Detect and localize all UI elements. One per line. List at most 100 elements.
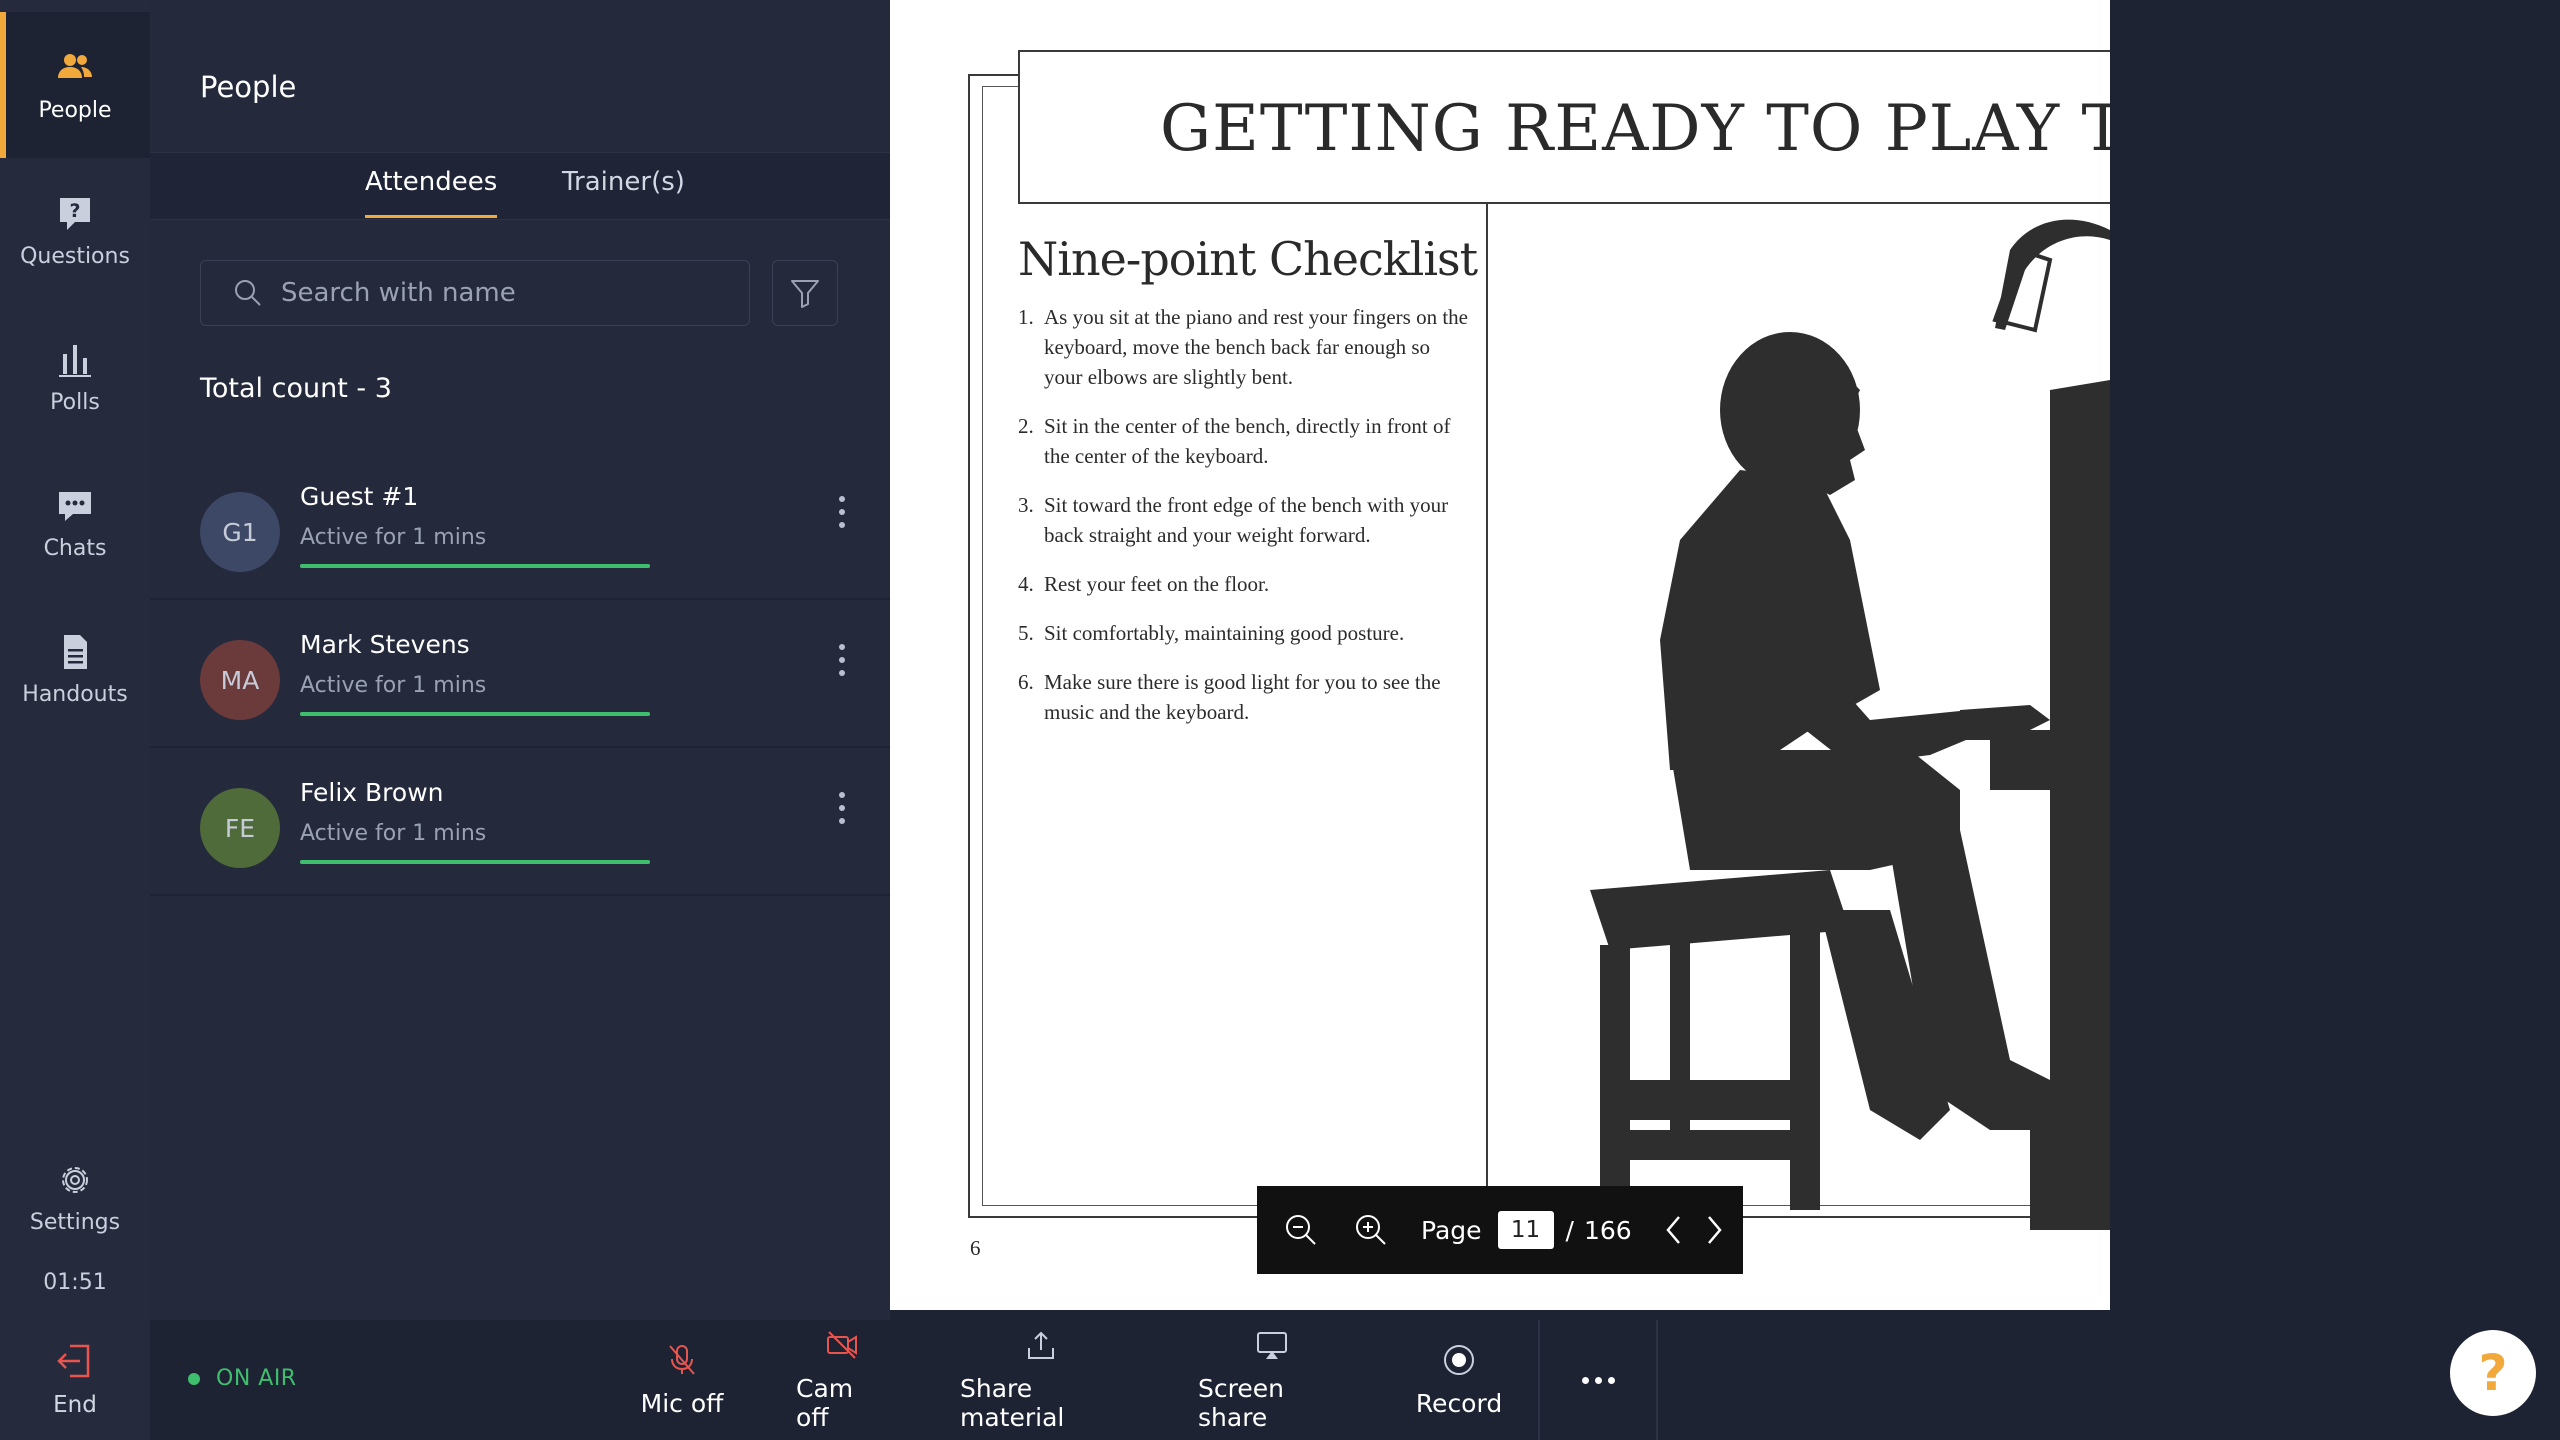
activity-bar-fill xyxy=(300,564,650,568)
zoom-out-icon xyxy=(1286,1215,1316,1245)
attendee-menu-button[interactable] xyxy=(830,640,854,680)
end-label: End xyxy=(53,1392,97,1418)
rail-item-settings[interactable]: Settings xyxy=(0,1124,150,1270)
bar-chart-icon xyxy=(59,344,91,377)
chevron-left-icon xyxy=(1666,1216,1680,1244)
bottom-toolbar: End ON AIR Mic off Cam off Share materia… xyxy=(0,1320,2110,1440)
avatar: MA xyxy=(200,640,280,720)
list-item: 5. Sit comfortably, maintaining good post… xyxy=(1018,621,1405,645)
share-material-label: Share material xyxy=(960,1374,1065,1432)
attendee-name: Felix Brown xyxy=(300,778,444,807)
checklist: 1. As you sit at the piano and rest your … xyxy=(1018,302,1473,746)
activity-bar-fill xyxy=(300,712,650,716)
rail-item-questions[interactable]: ? Questions xyxy=(0,158,150,304)
document-subtitle: Nine-point Checklist xyxy=(1018,232,1478,286)
cam-off-icon xyxy=(827,1331,857,1359)
page-total: 166 xyxy=(1583,1215,1632,1245)
activity-bar-fill xyxy=(300,860,650,864)
search-input[interactable] xyxy=(281,278,741,308)
screen-share-label: Screen share xyxy=(1198,1374,1284,1432)
page-label: Page xyxy=(1421,1215,1482,1245)
search-box xyxy=(200,260,750,326)
live-dot-icon xyxy=(188,1372,200,1385)
list-item: 2. Sit in the center of the bench, direct… xyxy=(1018,414,1451,468)
rail-item-label: Polls xyxy=(50,389,100,415)
rail-item-polls[interactable]: Polls xyxy=(0,304,150,450)
attendee-status: Active for 1 mins xyxy=(300,673,487,698)
help-button[interactable]: ? xyxy=(2450,1330,2536,1416)
rail-item-label: Questions xyxy=(20,243,130,269)
list-item: 1. As you sit at the piano and rest your … xyxy=(1018,305,1468,389)
gear-icon xyxy=(62,1166,88,1193)
filter-icon xyxy=(791,280,819,308)
attendee-name: Guest #1 xyxy=(300,482,419,511)
attendee-row: FE Felix Brown Active for 1 mins xyxy=(150,748,890,896)
exit-icon xyxy=(57,1344,90,1378)
attendee-row: G1 Guest #1 Active for 1 mins xyxy=(150,452,890,600)
prev-page-button[interactable] xyxy=(1652,1208,1696,1252)
mic-off-label: Mic off xyxy=(640,1388,724,1418)
avatar: G1 xyxy=(200,492,280,572)
more-options-button[interactable] xyxy=(1538,1320,1658,1440)
zoom-in-icon xyxy=(1356,1215,1386,1245)
tab-attendees[interactable]: Attendees xyxy=(365,167,498,218)
tab-trainers[interactable]: Trainer(s) xyxy=(562,167,685,197)
panel-title: People xyxy=(200,70,297,104)
activity-bar xyxy=(300,860,650,864)
attendee-status: Active for 1 mins xyxy=(300,821,487,846)
share-material-button[interactable]: Share material xyxy=(960,1320,1122,1440)
activity-bar xyxy=(300,564,650,568)
attendee-menu-button[interactable] xyxy=(830,788,854,828)
page-controls: Page / 166 xyxy=(1257,1186,1743,1274)
filter-button[interactable] xyxy=(772,260,838,326)
people-icon xyxy=(58,53,92,78)
right-empty-area xyxy=(2110,0,2560,1440)
next-page-button[interactable] xyxy=(1692,1208,1736,1252)
page-number-input[interactable] xyxy=(1497,1211,1554,1249)
rail-item-chats[interactable]: Chats xyxy=(0,450,150,596)
end-session-button[interactable]: End xyxy=(0,1320,150,1440)
chat-icon xyxy=(59,491,91,521)
rail-item-label: Settings xyxy=(29,1209,121,1235)
activity-bar xyxy=(300,712,650,716)
question-icon: ? xyxy=(60,197,90,230)
pianist-illustration xyxy=(1590,219,2110,1230)
cam-off-label: Cam off xyxy=(796,1374,854,1432)
list-item: 4. Rest your feet on the floor. xyxy=(1018,572,1270,596)
rail-item-people[interactable]: People xyxy=(0,12,150,158)
rail-item-handouts[interactable]: Handouts xyxy=(0,596,150,742)
rail-item-label: Handouts xyxy=(22,681,128,707)
column-divider xyxy=(1486,204,1488,1204)
people-panel: People Attendees Trainer(s) Total count … xyxy=(150,0,1038,1320)
document-icon xyxy=(64,634,87,669)
list-item: 6. Make sure there is good light for you … xyxy=(1018,670,1441,724)
rail-item-label: People xyxy=(38,97,112,123)
svg-text:?: ? xyxy=(69,200,80,222)
document-page-number: 6 xyxy=(970,1236,981,1260)
cam-off-button[interactable]: Cam off xyxy=(796,1320,888,1440)
avatar: FE xyxy=(200,788,280,868)
record-label: Record xyxy=(1415,1388,1503,1418)
zoom-out-button[interactable] xyxy=(1279,1208,1323,1252)
document-viewer: GETTING READY TO PLAY THE Nine-point Che… xyxy=(890,0,2110,1310)
rail-item-label: Chats xyxy=(43,535,107,561)
attendee-menu-button[interactable] xyxy=(830,492,854,532)
record-button[interactable]: Record xyxy=(1416,1320,1502,1440)
screen-share-button[interactable]: Screen share xyxy=(1198,1320,1346,1440)
attendee-row: MA Mark Stevens Active for 1 mins xyxy=(150,600,890,748)
attendee-name: Mark Stevens xyxy=(300,630,470,659)
zoom-in-button[interactable] xyxy=(1349,1208,1393,1252)
session-timer: 01:51 xyxy=(43,1270,107,1295)
mic-off-button[interactable]: Mic off xyxy=(636,1320,728,1440)
attendee-status: Active for 1 mins xyxy=(300,525,487,550)
page-separator: / xyxy=(1565,1215,1574,1245)
chevron-right-icon xyxy=(1707,1216,1722,1244)
people-tabs: Attendees Trainer(s) xyxy=(150,152,890,220)
search-icon xyxy=(235,280,261,306)
mic-off-icon xyxy=(669,1344,695,1375)
on-air-label: ON AIR xyxy=(216,1366,297,1391)
share-icon xyxy=(1028,1331,1054,1359)
list-item: 3. Sit toward the front edge of the bench… xyxy=(1018,493,1449,547)
sidebar-rail: People ? Questions Polls Chats Handouts … xyxy=(0,0,150,1320)
document-title: GETTING READY TO PLAY THE xyxy=(1160,92,2110,166)
